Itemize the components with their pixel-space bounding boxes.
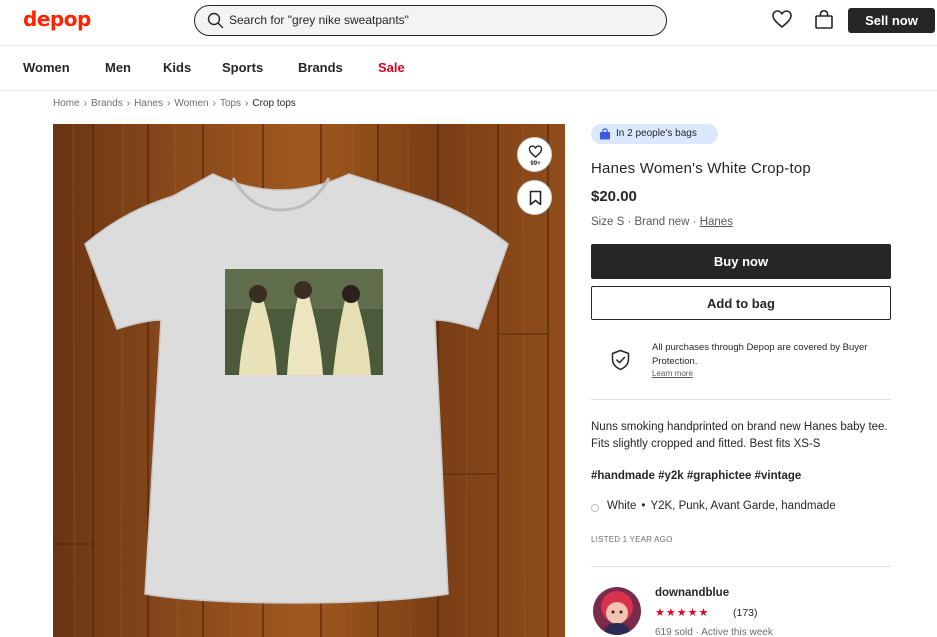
buy-now-button[interactable]: Buy now: [591, 244, 891, 279]
like-count: 99+: [530, 161, 541, 167]
seller-name[interactable]: downandblue: [655, 587, 729, 599]
breadcrumb-brands[interactable]: Brands: [91, 98, 123, 109]
product-size: Size S: [591, 216, 625, 228]
nav-men[interactable]: Men: [105, 60, 131, 75]
rating-count[interactable]: (173): [733, 607, 758, 619]
chevron-right-icon: ›: [245, 98, 249, 109]
search-icon: [207, 12, 224, 29]
bullet-separator: •: [641, 500, 646, 512]
product-title: Hanes Women's White Crop-top: [591, 160, 811, 177]
save-button[interactable]: [517, 180, 552, 215]
nav-sports[interactable]: Sports: [222, 60, 263, 75]
add-to-bag-button[interactable]: Add to bag: [591, 286, 891, 320]
product-photo[interactable]: 99+: [53, 124, 565, 637]
product-hashtags[interactable]: #handmade #y2k #graphictee #vintage: [591, 470, 801, 482]
color-swatch: [591, 504, 599, 512]
product-description: Nuns smoking handprinted on brand new Ha…: [591, 421, 888, 450]
listed-date: LISTED 1 YEAR AGO: [591, 535, 673, 544]
seller-meta: 619 sold · Active this week: [655, 627, 773, 637]
breadcrumb: Home › Brands › Hanes › Women › Tops › Crop tops: [53, 98, 296, 109]
breadcrumb-home[interactable]: Home: [53, 98, 80, 109]
search-placeholder: Search for "grey nike sweatpants": [229, 13, 409, 27]
nav-sale[interactable]: Sale: [378, 60, 405, 75]
bag-icon: [600, 128, 610, 140]
shield-check-icon: [611, 349, 630, 371]
divider: [591, 399, 891, 400]
breadcrumb-tops[interactable]: Tops: [220, 98, 241, 109]
product-meta: Size S · Brand new · Hanes: [591, 216, 733, 228]
bookmark-icon: [529, 190, 542, 206]
sell-now-button[interactable]: Sell now: [848, 8, 935, 33]
product-price: $20.00: [591, 188, 637, 205]
bag-icon[interactable]: [813, 8, 835, 30]
avatar-image: [593, 587, 641, 635]
chevron-right-icon: ›: [212, 98, 216, 109]
top-bar: depop Search for "grey nike sweatpants" …: [0, 0, 937, 46]
brand-link[interactable]: Hanes: [700, 216, 733, 228]
product-color: White: [607, 500, 637, 512]
breadcrumb-hanes[interactable]: Hanes: [134, 98, 163, 109]
depop-logo[interactable]: depop: [23, 7, 91, 31]
chevron-right-icon: ›: [83, 98, 88, 109]
star-rating-icons: ★★★★★: [655, 607, 710, 619]
nav-brands[interactable]: Brands: [298, 60, 343, 75]
product-photo-image: [53, 124, 565, 637]
heart-icon[interactable]: [771, 8, 793, 30]
seller-avatar[interactable]: [593, 587, 641, 635]
breadcrumb-women[interactable]: Women: [174, 98, 208, 109]
divider: [591, 566, 891, 567]
like-button[interactable]: 99+: [517, 137, 552, 172]
chevron-right-icon: ›: [166, 98, 171, 109]
product-styles: Y2K, Punk, Avant Garde, handmade: [650, 500, 836, 512]
buyer-protection-text: All purchases through Depop are covered …: [652, 342, 868, 367]
nav-kids[interactable]: Kids: [163, 60, 191, 75]
chevron-right-icon: ›: [126, 98, 131, 109]
learn-more-link[interactable]: Learn more: [652, 369, 693, 378]
heart-icon: [528, 145, 543, 158]
product-condition: Brand new: [634, 216, 690, 228]
breadcrumb-crop-tops[interactable]: Crop tops: [252, 98, 295, 109]
search-input[interactable]: Search for "grey nike sweatpants": [194, 5, 667, 36]
product-attributes: White • Y2K, Punk, Avant Garde, handmade: [607, 500, 836, 512]
nav-women[interactable]: Women: [23, 60, 70, 75]
bags-badge-text: In 2 people's bags: [616, 128, 697, 139]
bags-badge: In 2 people's bags: [591, 124, 718, 144]
category-nav: Women Men Kids Sports Brands Sale: [0, 47, 937, 91]
